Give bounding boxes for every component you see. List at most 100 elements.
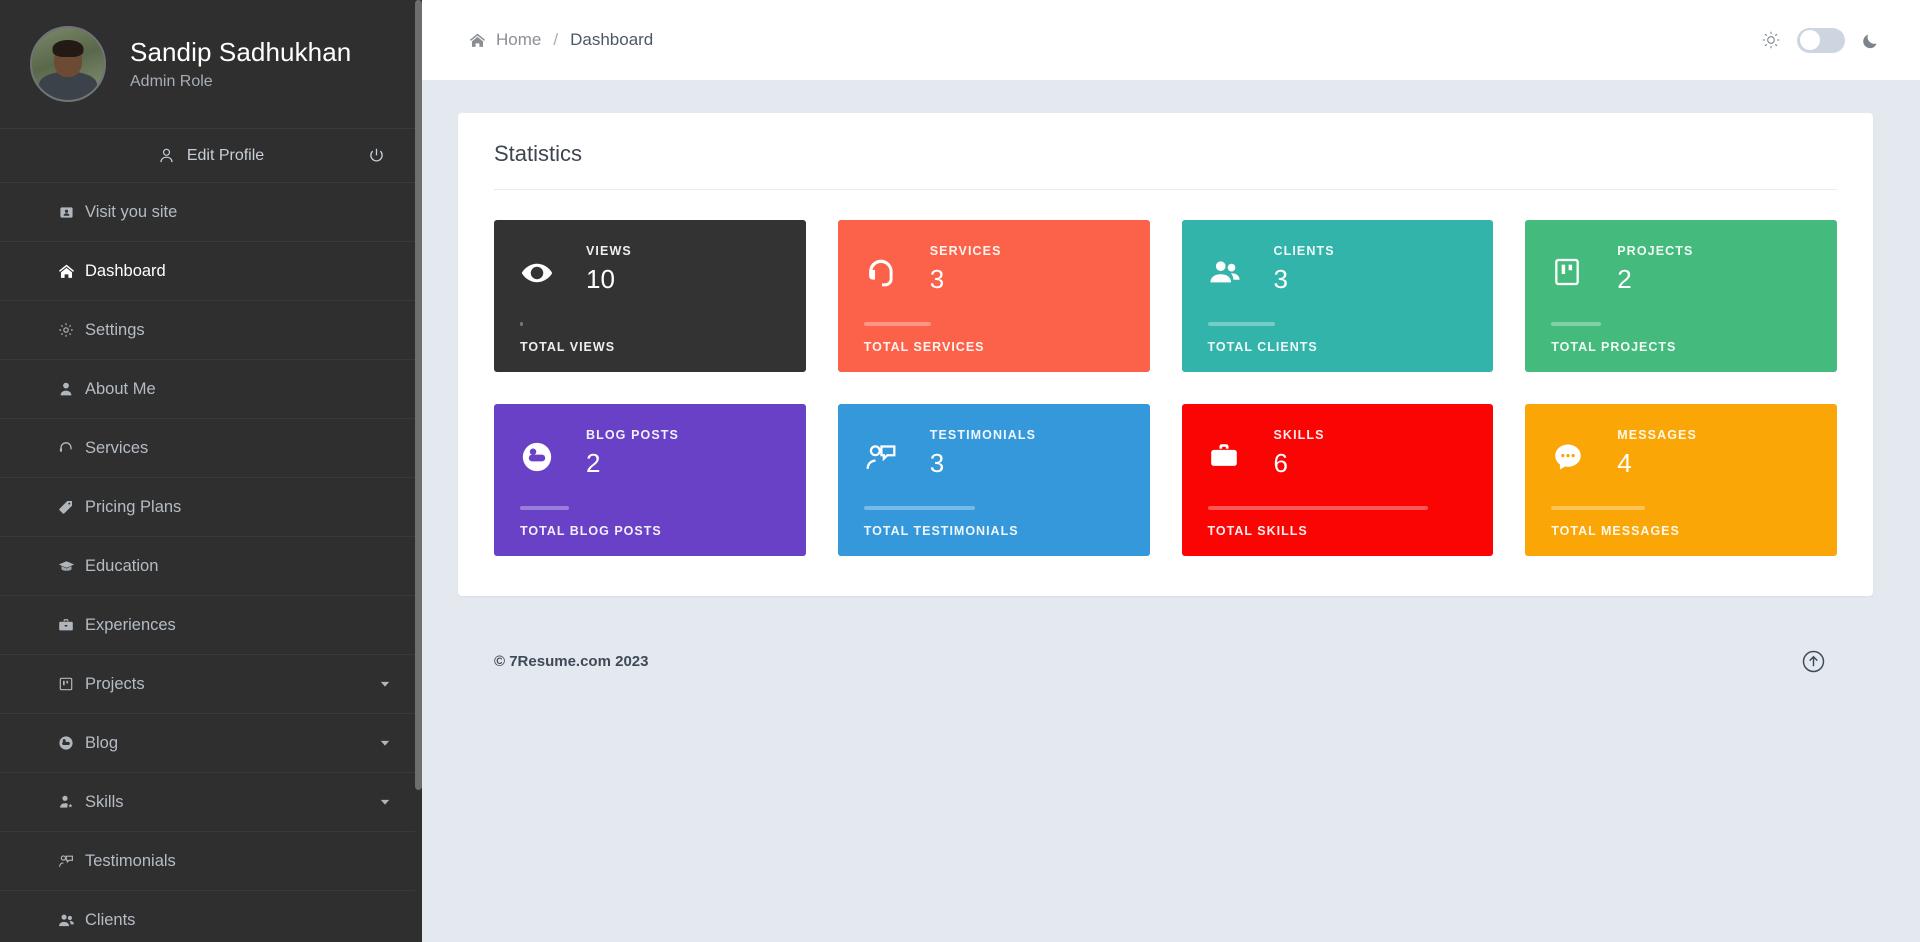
briefcase-icon bbox=[1208, 426, 1274, 472]
moon-icon[interactable] bbox=[1861, 31, 1880, 50]
eye-icon bbox=[520, 242, 586, 290]
stat-footer: TOTAL CLIENTS bbox=[1207, 340, 1318, 354]
sidebar-item-services[interactable]: Services bbox=[0, 419, 422, 478]
sidebar-item-dashboard[interactable]: Dashboard bbox=[0, 242, 422, 301]
headset-icon bbox=[864, 242, 930, 290]
sidebar-scrollbar-thumb[interactable] bbox=[415, 0, 422, 790]
sidebar: Sandip Sadhukhan Admin Role Edit Profile bbox=[0, 0, 422, 942]
breadcrumb-home-link[interactable]: Home bbox=[496, 30, 541, 50]
page-title: Statistics bbox=[494, 141, 1837, 190]
stat-value: 6 bbox=[1273, 448, 1288, 478]
stat-progress-bar bbox=[863, 506, 976, 510]
stat-progress-bar bbox=[863, 322, 932, 326]
stat-progress-bar bbox=[1207, 506, 1429, 510]
stat-progress-bar bbox=[1551, 506, 1645, 510]
sidebar-item-label: Blog bbox=[85, 733, 119, 752]
stat-card-views[interactable]: VIEWS 10 TOTAL VIEWS bbox=[494, 220, 806, 372]
home-icon bbox=[51, 263, 81, 280]
stat-label: TESTIMONIALS bbox=[929, 428, 1037, 442]
stat-progress-bar bbox=[520, 322, 523, 326]
theme-toggle-knob bbox=[1800, 30, 1820, 50]
stat-card-messages[interactable]: MESSAGES 4 TOTAL MESSAGES bbox=[1525, 404, 1837, 556]
sidebar-item-experiences[interactable]: Experiences bbox=[0, 596, 422, 655]
stat-label: SERVICES bbox=[929, 244, 1002, 258]
stat-progress-bar bbox=[520, 506, 570, 510]
kanban-icon bbox=[1551, 242, 1617, 288]
sun-icon[interactable] bbox=[1761, 30, 1781, 50]
sidebar-nav: Visit you site Dashboard Settings About … bbox=[0, 183, 422, 942]
arrow-up-circle-icon[interactable] bbox=[1801, 649, 1826, 674]
main-area: Home / Dashboard Statistics VIEWS 10 TOT… bbox=[422, 0, 1920, 942]
sidebar-item-settings[interactable]: Settings bbox=[0, 301, 422, 360]
sidebar-item-label: Skills bbox=[85, 792, 124, 811]
stat-label: CLIENTS bbox=[1273, 244, 1335, 258]
power-icon[interactable] bbox=[368, 147, 385, 164]
profile-name: Sandip Sadhukhan bbox=[130, 36, 352, 67]
stat-card-projects[interactable]: PROJECTS 2 TOTAL PROJECTS bbox=[1525, 220, 1837, 372]
sidebar-item-visit-you-site[interactable]: Visit you site bbox=[0, 183, 422, 242]
sidebar-item-label: Testimonials bbox=[85, 851, 176, 870]
sidebar-item-about-me[interactable]: About Me bbox=[0, 360, 422, 419]
theme-switcher bbox=[1761, 27, 1880, 53]
stat-label: VIEWS bbox=[586, 244, 632, 258]
blogger-icon bbox=[51, 735, 81, 751]
stat-card-testimonials[interactable]: TESTIMONIALS 3 TOTAL TESTIMONIALS bbox=[837, 404, 1150, 556]
edit-profile-button[interactable]: Edit Profile bbox=[158, 147, 264, 165]
person-icon bbox=[51, 381, 81, 397]
stat-value: 3 bbox=[929, 264, 945, 294]
stat-card-blog-posts[interactable]: BLOG POSTS 2 TOTAL BLOG POSTS bbox=[494, 404, 806, 556]
stat-progress-bar bbox=[1207, 322, 1276, 326]
stat-value: 10 bbox=[586, 264, 615, 294]
dashboard-app: Sandip Sadhukhan Admin Role Edit Profile bbox=[0, 0, 1920, 942]
sidebar-item-projects[interactable]: Projects bbox=[0, 655, 422, 714]
statistics-grid: VIEWS 10 TOTAL VIEWS SERVICES 3 TOTAL SE… bbox=[494, 220, 1837, 556]
breadcrumb: Home / Dashboard bbox=[469, 30, 653, 50]
graduation-cap-icon bbox=[51, 558, 81, 575]
statistics-panel: Statistics VIEWS 10 TOTAL VIEWS SERVICES… bbox=[458, 113, 1873, 596]
sidebar-item-pricing-plans[interactable]: Pricing Plans bbox=[0, 478, 422, 537]
sidebar-item-label: Education bbox=[85, 556, 159, 575]
blogger-icon bbox=[520, 426, 586, 474]
stat-card-clients[interactable]: CLIENTS 3 TOTAL CLIENTS bbox=[1181, 220, 1494, 372]
stat-footer: TOTAL VIEWS bbox=[520, 340, 616, 354]
sidebar-item-testimonials[interactable]: Testimonials bbox=[0, 832, 422, 891]
sidebar-item-skills[interactable]: Skills bbox=[0, 773, 422, 832]
chat-dots-icon bbox=[1551, 426, 1617, 474]
chevron-down-icon[interactable] bbox=[378, 736, 392, 750]
stat-card-skills[interactable]: SKILLS 6 TOTAL SKILLS bbox=[1181, 404, 1494, 556]
theme-toggle-switch[interactable] bbox=[1797, 27, 1845, 53]
stat-footer: TOTAL PROJECTS bbox=[1551, 340, 1677, 354]
people-icon bbox=[51, 912, 81, 929]
sidebar-item-label: About Me bbox=[85, 379, 156, 398]
stat-footer: TOTAL SERVICES bbox=[863, 340, 985, 354]
stat-card-services[interactable]: SERVICES 3 TOTAL SERVICES bbox=[837, 220, 1150, 372]
sidebar-scrollbar[interactable] bbox=[415, 0, 422, 942]
sidebar-item-label: Settings bbox=[85, 320, 145, 339]
stat-value: 2 bbox=[1617, 264, 1632, 294]
sidebar-item-label: Pricing Plans bbox=[85, 497, 182, 516]
chevron-down-icon[interactable] bbox=[378, 677, 392, 691]
edit-profile-label: Edit Profile bbox=[186, 146, 265, 164]
stat-value: 2 bbox=[586, 448, 601, 478]
person-quote-icon bbox=[864, 426, 930, 474]
sidebar-item-education[interactable]: Education bbox=[0, 537, 422, 596]
avatar bbox=[30, 26, 106, 102]
person-star-icon bbox=[51, 794, 81, 810]
stat-footer: TOTAL SKILLS bbox=[1207, 524, 1308, 538]
stat-value: 3 bbox=[1273, 264, 1288, 294]
footer: © 7Resume.com 2023 bbox=[458, 630, 1873, 692]
breadcrumb-separator: / bbox=[553, 30, 559, 49]
sidebar-item-blog[interactable]: Blog bbox=[0, 714, 422, 773]
kanban-icon bbox=[51, 676, 81, 692]
sidebar-item-clients[interactable]: Clients bbox=[0, 891, 422, 942]
chevron-down-icon[interactable] bbox=[378, 795, 392, 809]
stat-footer: TOTAL TESTIMONIALS bbox=[863, 524, 1019, 538]
stat-value: 3 bbox=[929, 448, 945, 478]
edit-profile-bar: Edit Profile bbox=[0, 128, 422, 183]
tag-icon bbox=[51, 499, 81, 515]
sidebar-item-label: Experiences bbox=[85, 615, 176, 634]
person-quote-icon bbox=[51, 853, 81, 869]
stat-label: PROJECTS bbox=[1617, 244, 1694, 258]
sidebar-item-label: Clients bbox=[85, 910, 136, 929]
gear-icon bbox=[51, 322, 81, 338]
